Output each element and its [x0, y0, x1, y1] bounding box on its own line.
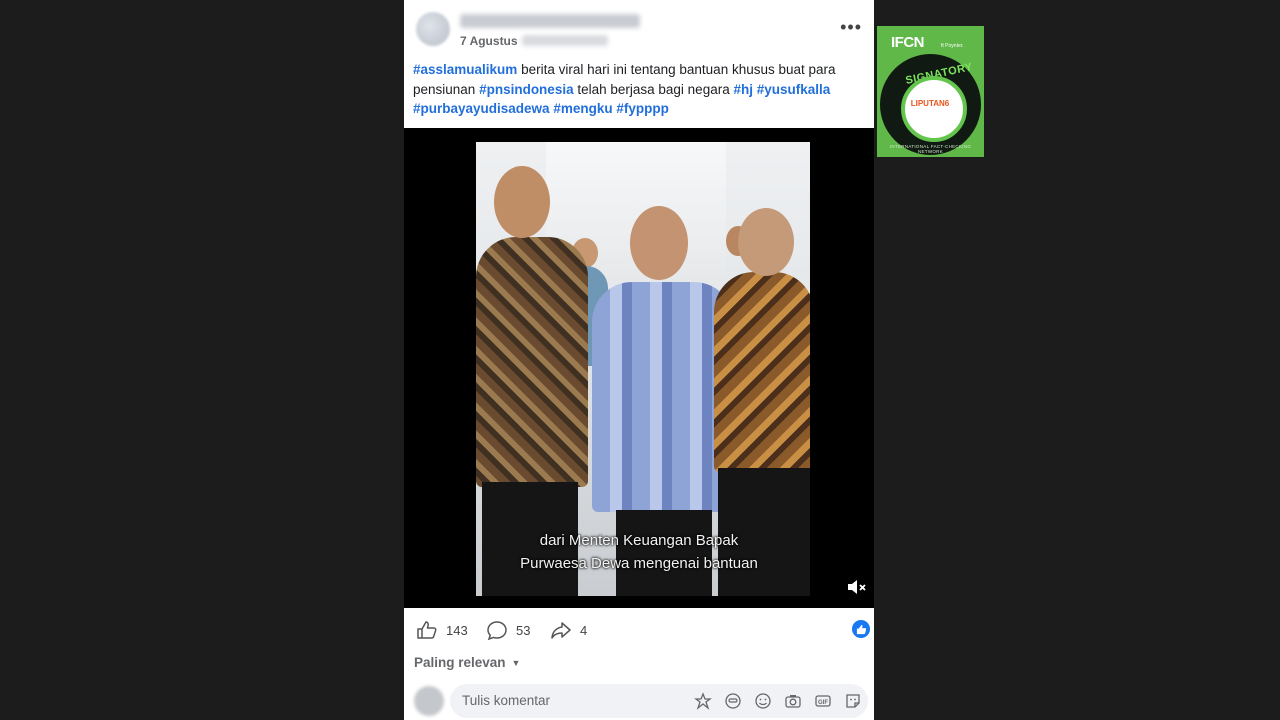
share-arrow-icon: [551, 622, 571, 639]
camera-icon[interactable]: [784, 692, 802, 710]
left-man-batik-shirt: [476, 237, 588, 487]
post-date[interactable]: 7 Agustus: [460, 34, 518, 48]
liputan6-logo: LIPUTAN6: [910, 99, 950, 108]
post-actions-bar: 143 53 4: [404, 610, 874, 648]
like-button[interactable]: 143: [416, 620, 468, 640]
ifcn-signatory-badge: IFCN ft Poynter. SIGNATORY LIPUTAN6 INTE…: [877, 26, 984, 157]
ifcn-logo: IFCN: [891, 34, 925, 51]
caret-down-icon: ▼: [511, 658, 521, 669]
center-man-trousers: [616, 510, 712, 596]
post-caption: #asslamualikum berita viral hari ini ten…: [413, 60, 868, 119]
post-time-blurred: [522, 35, 608, 46]
comment-input[interactable]: Tulis komentar GIF: [450, 684, 868, 718]
comment-button[interactable]: 53: [486, 620, 530, 640]
right-man-head: [738, 208, 794, 276]
comment-placeholder: Tulis komentar: [462, 693, 551, 708]
video-player[interactable]: dari Menten Keuangan Bapak Purwaesa Dewa…: [404, 128, 874, 608]
seal-ring-text: INTERNATIONAL FACT-CHECKING NETWORK: [889, 144, 972, 154]
comment-tool-icons: GIF: [694, 692, 862, 710]
comment-bubble-icon: [487, 621, 507, 640]
hashtag-link[interactable]: #fypppp: [616, 101, 669, 116]
avatar-sticker-icon[interactable]: [694, 692, 712, 710]
thumbs-up-icon: [417, 621, 437, 639]
like-reaction-badge[interactable]: [852, 620, 870, 638]
like-count: 143: [446, 622, 468, 638]
emoji-mask-icon[interactable]: [724, 692, 742, 710]
share-button[interactable]: 4: [550, 620, 587, 640]
post-header: 7 Agustus •••: [404, 0, 874, 58]
comment-sort-label: Paling relevan: [414, 655, 506, 670]
share-count: 4: [580, 622, 588, 638]
seal-center: [901, 76, 967, 142]
commenter-avatar: [414, 686, 444, 716]
comment-count: 53: [516, 622, 531, 638]
more-options-icon[interactable]: •••: [840, 18, 862, 36]
hashtag-link[interactable]: #hj: [733, 82, 753, 97]
mute-icon[interactable]: [846, 578, 866, 596]
ifcn-poynter-label: ft Poynter.: [941, 43, 964, 49]
gif-icon[interactable]: GIF: [814, 692, 832, 710]
hashtag-link[interactable]: #yusufkalla: [757, 82, 831, 97]
left-man-head: [494, 166, 550, 238]
emoji-icon[interactable]: [754, 692, 772, 710]
hashtag-link[interactable]: #pnsindonesia: [479, 82, 574, 97]
center-man-blue-shirt: [592, 282, 734, 512]
author-name-blurred[interactable]: [460, 14, 640, 28]
video-subtitle-line-1: dari Menten Keuangan Bapak: [539, 532, 739, 549]
hashtag-link[interactable]: #asslamualikum: [413, 62, 517, 77]
thumbs-up-icon: [856, 624, 866, 634]
video-subtitle-line-2: Purwaesa Dewa mengenai bantuan: [520, 555, 758, 572]
video-frame: [476, 142, 810, 596]
facebook-post: 7 Agustus ••• #asslamualikum berita vira…: [404, 0, 874, 720]
svg-text:GIF: GIF: [818, 700, 828, 706]
center-man-head: [630, 206, 688, 280]
hashtag-link[interactable]: #purbayayudisadewa: [413, 101, 550, 116]
comment-sort-dropdown[interactable]: Paling relevan ▼: [414, 655, 520, 670]
caption-text: telah berjasa bagi negara: [573, 81, 734, 97]
right-man-batik-shirt: [714, 272, 810, 472]
hashtag-link[interactable]: #mengku: [553, 101, 612, 116]
sticker-icon[interactable]: [844, 692, 862, 710]
author-avatar[interactable]: [416, 12, 450, 46]
